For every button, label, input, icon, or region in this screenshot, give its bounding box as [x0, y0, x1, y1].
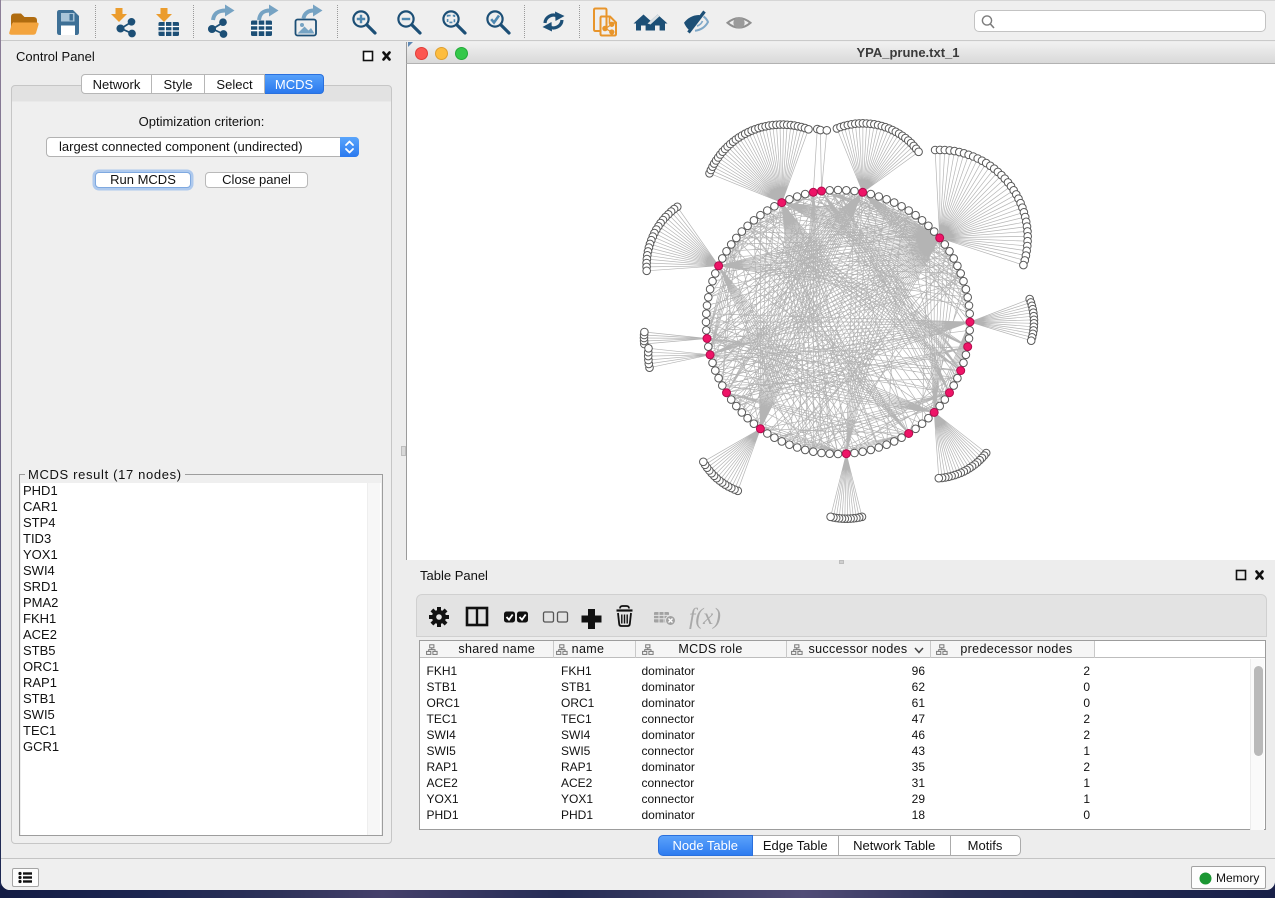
svg-text:f(x): f(x) [689, 604, 721, 629]
